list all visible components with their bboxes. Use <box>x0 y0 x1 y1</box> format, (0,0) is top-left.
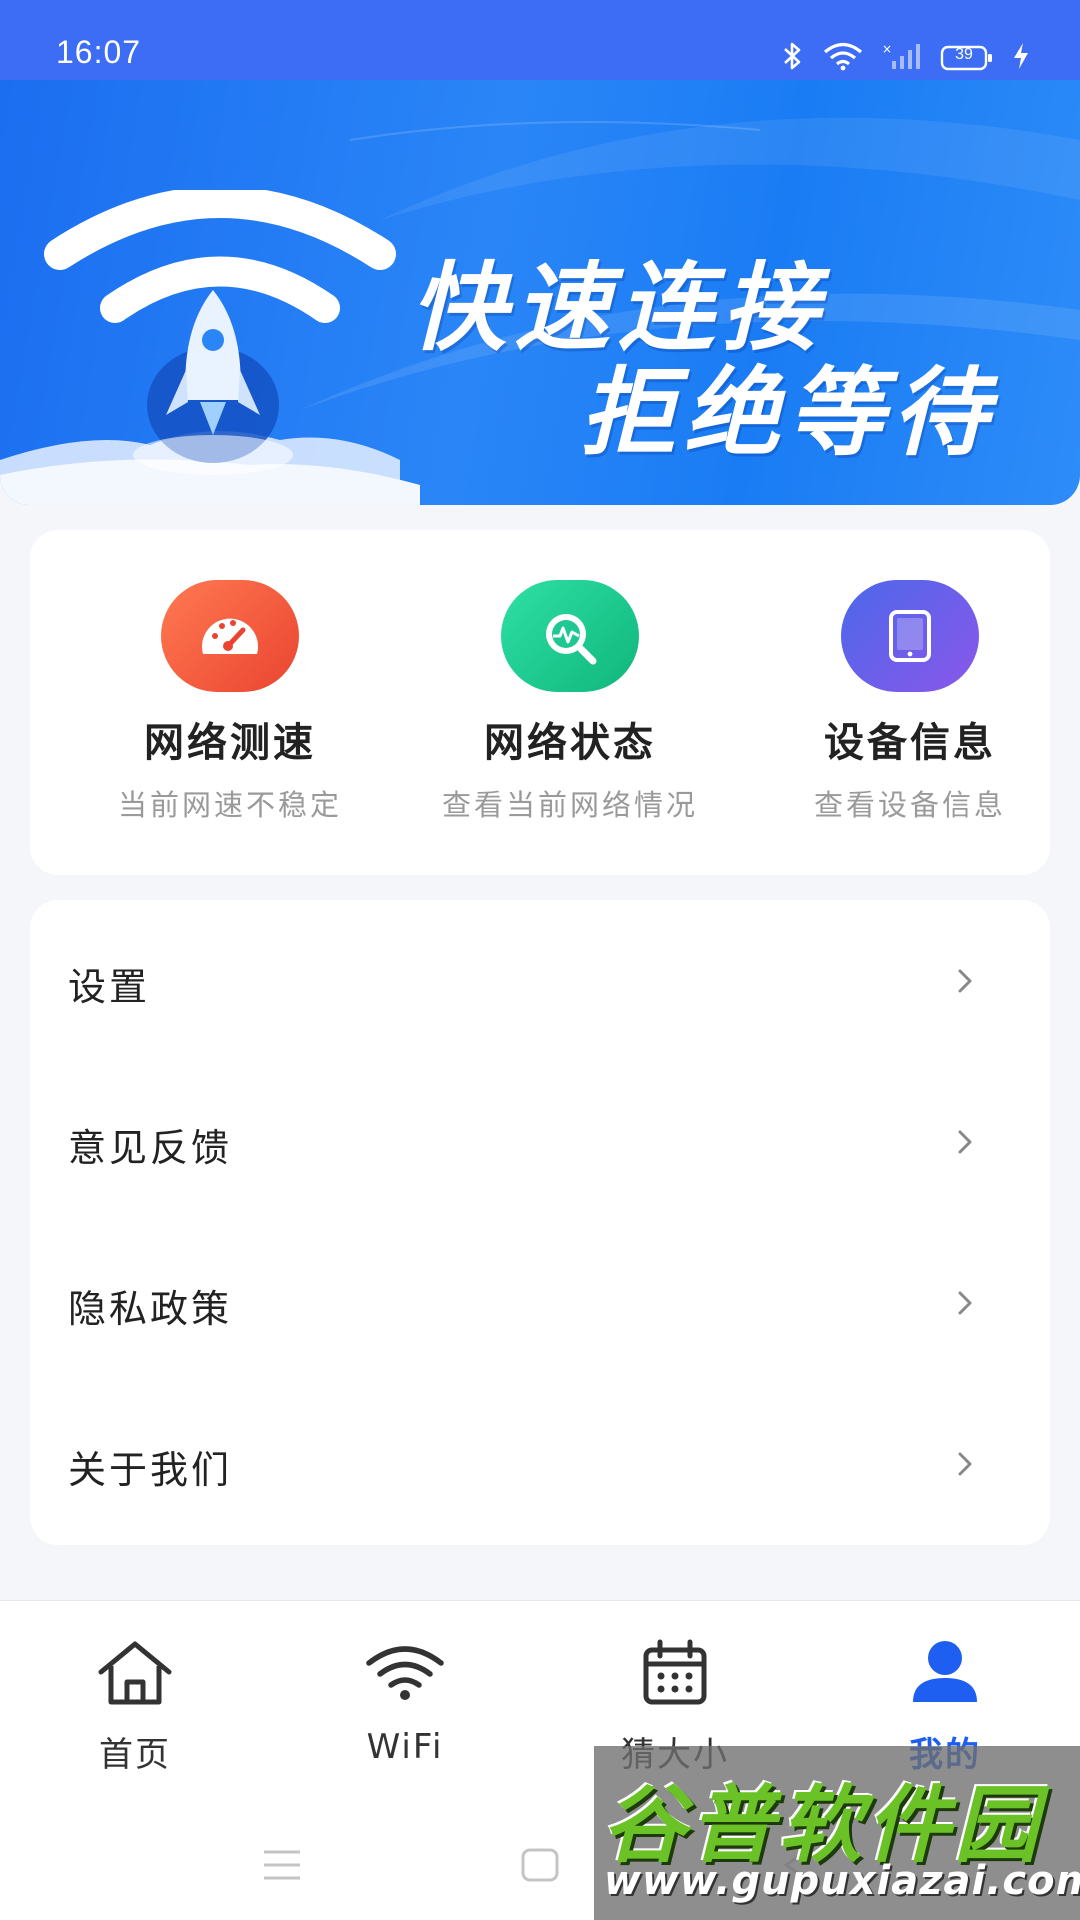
speedometer-icon <box>161 580 299 692</box>
home-button-icon[interactable] <box>521 1848 559 1882</box>
feature-subtitle: 查看设备信息 <box>813 788 1006 822</box>
status-time: 16:07 <box>56 34 142 70</box>
menu-item-settings[interactable]: 设置 <box>30 900 1050 1061</box>
wifi-icon <box>822 41 864 75</box>
feature-title: 网络状态 <box>484 720 656 766</box>
feature-device-info[interactable]: 设备信息 查看设备信息 <box>740 580 1080 824</box>
status-bar: 16:07 × 39 <box>0 0 1080 80</box>
tab-label: 首页 <box>99 1735 171 1775</box>
tablet-icon <box>841 580 979 692</box>
banner-title-line2: 拒绝等待 <box>580 357 996 469</box>
feature-title: 网络测速 <box>144 720 316 766</box>
chevron-right-icon <box>958 1291 972 1315</box>
battery-level: 39 <box>955 46 973 63</box>
bluetooth-icon <box>782 41 804 75</box>
status-icons: × 39 <box>782 38 1030 78</box>
menu-item-label: 关于我们 <box>68 1448 233 1492</box>
promo-banner[interactable]: 快速连接 拒绝等待 <box>0 80 1080 505</box>
home-icon <box>90 1633 180 1713</box>
menu-card: 设置 意见反馈 隐私政策 关于我们 <box>30 900 1050 1545</box>
watermark-url: www.gupuxiazai.com <box>604 1858 1080 1904</box>
network-search-icon <box>501 580 639 692</box>
chevron-right-icon <box>958 1452 972 1476</box>
feature-card: 网络测速 当前网速不稳定 网络状态 查看当前网络情况 设备信息 查看设备信息 <box>30 530 1050 875</box>
tab-label: WiFi <box>366 1727 444 1767</box>
user-icon <box>900 1633 990 1713</box>
battery-icon: 39 <box>940 44 994 72</box>
app-screen: 16:07 × 39 快速连接 拒绝等待 网络测速 当前网速不稳定 网络状态 查… <box>0 0 1080 1920</box>
wifi-rocket-icon <box>44 190 396 475</box>
wifi-icon <box>360 1633 450 1713</box>
svg-text:×: × <box>882 42 892 56</box>
menu-item-about[interactable]: 关于我们 <box>30 1383 1050 1544</box>
feature-speed-test[interactable]: 网络测速 当前网速不稳定 <box>60 580 400 824</box>
chevron-right-icon <box>958 969 972 993</box>
tab-wifi[interactable]: WiFi <box>305 1633 505 1767</box>
site-watermark: 谷普软件园 www.gupuxiazai.com <box>594 1746 1080 1920</box>
menu-item-feedback[interactable]: 意见反馈 <box>30 1061 1050 1222</box>
menu-item-label: 意见反馈 <box>68 1126 233 1170</box>
feature-title: 设备信息 <box>824 720 996 766</box>
charging-icon <box>1012 41 1030 75</box>
menu-item-label: 隐私政策 <box>68 1287 233 1331</box>
signal-icon: × <box>882 41 922 75</box>
feature-network-status[interactable]: 网络状态 查看当前网络情况 <box>400 580 740 824</box>
calendar-icon <box>630 1633 720 1713</box>
feature-subtitle: 查看当前网络情况 <box>441 788 698 822</box>
chevron-right-icon <box>958 1130 972 1154</box>
menu-item-label: 设置 <box>68 965 151 1009</box>
menu-item-privacy[interactable]: 隐私政策 <box>30 1222 1050 1383</box>
menu-icon[interactable] <box>262 1848 302 1882</box>
tab-home[interactable]: 首页 <box>35 1633 235 1776</box>
feature-subtitle: 当前网速不稳定 <box>117 788 342 822</box>
